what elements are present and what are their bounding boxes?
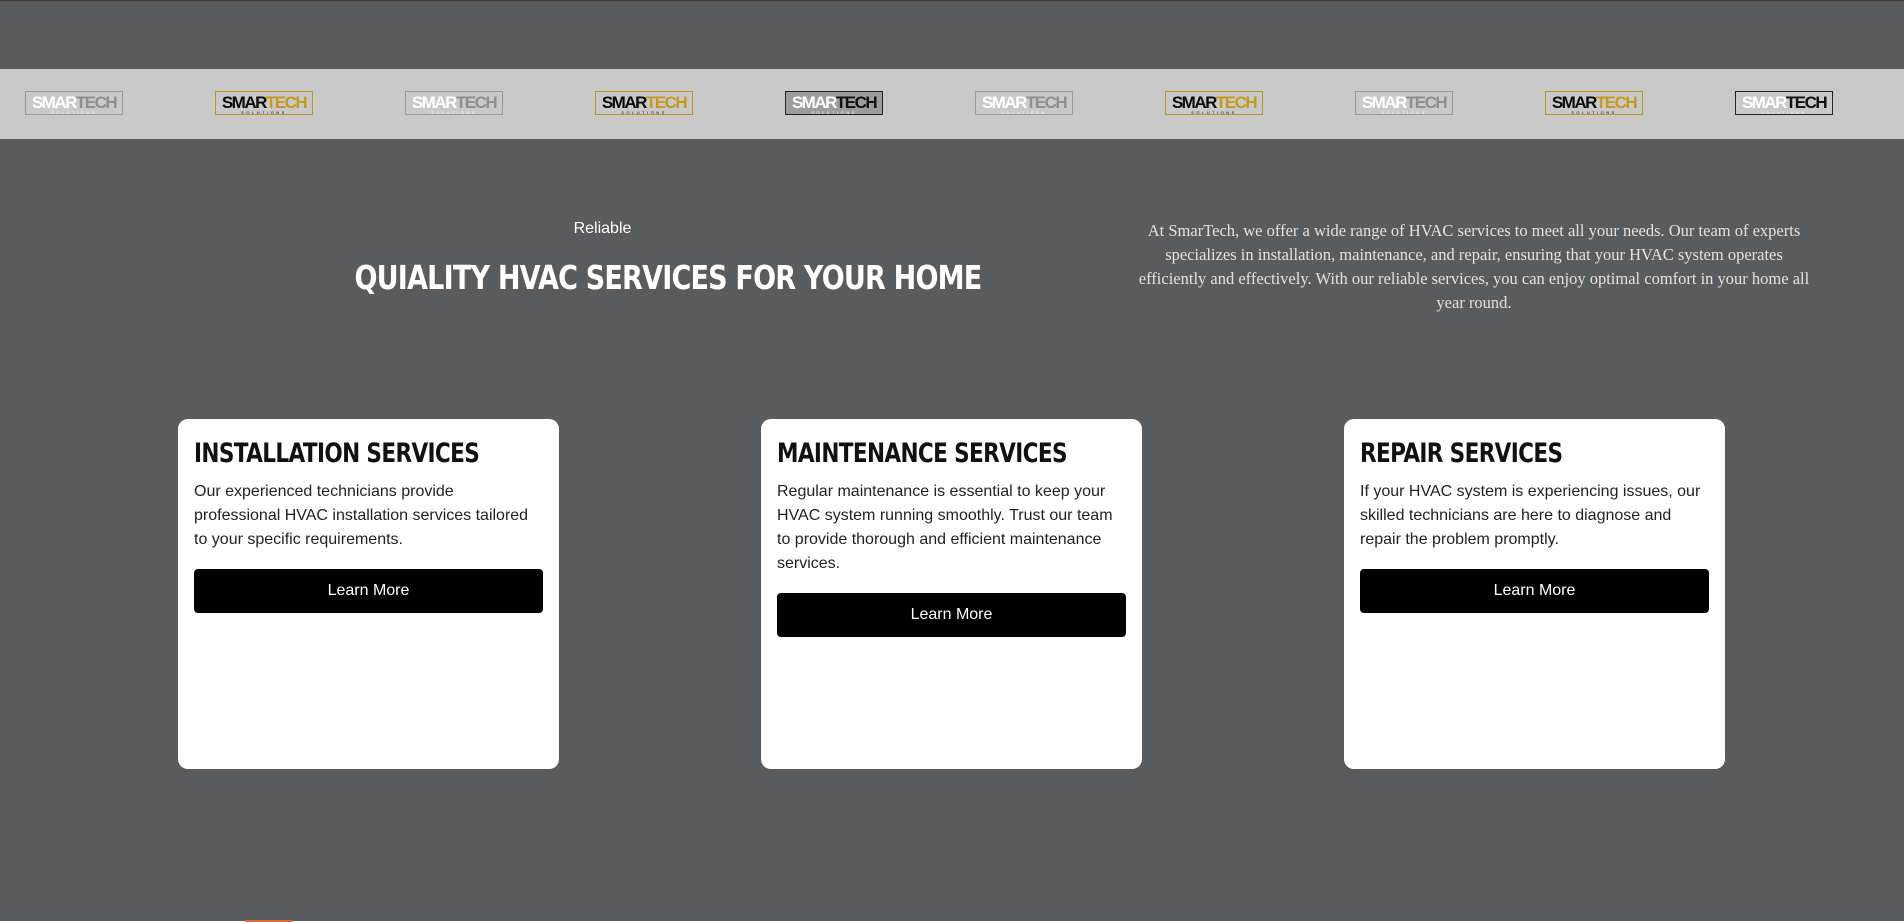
smartech-logo: SMARTECH SOLUTIONS [1545, 91, 1643, 115]
logo-subtext: SOLUTIONS [811, 109, 857, 115]
logo-text-smar: SMAR [1741, 92, 1788, 112]
logo-text-tech: TECH [75, 92, 118, 112]
logo-subtext: SOLUTIONS [1001, 109, 1047, 115]
card-description: Regular maintenance is essential to keep… [777, 483, 1113, 572]
logo-text-smar: SMAR [791, 92, 838, 112]
smartech-logo: SMARTECH SOLUTIONS [785, 91, 883, 115]
logo-text-tech: TECH [835, 92, 878, 112]
logo-text-smar: SMAR [601, 92, 648, 112]
logo-text-tech: TECH [1785, 92, 1828, 112]
smartech-logo: SMARTECH SOLUTIONS [215, 91, 313, 115]
logo-text-smar: SMAR [411, 92, 458, 112]
learn-more-button[interactable]: Learn More [1360, 569, 1709, 613]
smartech-logo: SMARTECH SOLUTIONS [405, 91, 503, 115]
section-eyebrow: Reliable [573, 220, 632, 237]
logo-subtext: SOLUTIONS [1571, 109, 1617, 115]
logo-text-tech: TECH [265, 92, 308, 112]
logo-text-smar: SMAR [1361, 92, 1408, 112]
logo-text-tech: TECH [455, 92, 498, 112]
smartech-logo: SMARTECH SOLUTIONS [1355, 91, 1453, 115]
logo-subtext: SOLUTIONS [431, 109, 477, 115]
logo-subtext: SOLUTIONS [51, 109, 97, 115]
logo-text-smar: SMAR [1171, 92, 1218, 112]
logo-text-tech: TECH [1595, 92, 1638, 112]
smartech-logo: SMARTECH SOLUTIONS [1735, 91, 1833, 115]
smartech-logo: SMARTECH SOLUTIONS [975, 91, 1073, 115]
service-card-installation: INSTALLATION SERVICES Our experienced te… [178, 419, 559, 769]
logo-text-tech: TECH [1025, 92, 1068, 112]
logo-text-smar: SMAR [1551, 92, 1598, 112]
section-headline: QUIALITY HVAC SERVICES FOR YOUR HOME [354, 258, 982, 297]
card-title: INSTALLATION SERVICES [194, 438, 480, 469]
logo-subtext: SOLUTIONS [1761, 109, 1807, 115]
logo-subtext: SOLUTIONS [1191, 109, 1237, 115]
logo-text-tech: TECH [645, 92, 688, 112]
logo-text-smar: SMAR [981, 92, 1028, 112]
smartech-logo: SMARTECH SOLUTIONS [1165, 91, 1263, 115]
top-divider [0, 0, 1904, 1]
section-intro-text: At SmarTech, we offer a wide range of HV… [1138, 221, 1810, 312]
card-title: MAINTENANCE SERVICES [777, 438, 1068, 469]
logo-text-tech: TECH [1405, 92, 1448, 112]
logo-text-smar: SMAR [221, 92, 268, 112]
logo-text-smar: SMAR [31, 92, 78, 112]
card-title: REPAIR SERVICES [1360, 438, 1563, 469]
service-card-maintenance: MAINTENANCE SERVICES Regular maintenance… [761, 419, 1142, 769]
smartech-logo: SMARTECH SOLUTIONS [595, 91, 693, 115]
learn-more-button[interactable]: Learn More [194, 569, 543, 613]
logo-subtext: SOLUTIONS [621, 109, 667, 115]
logo-subtext: SOLUTIONS [241, 109, 287, 115]
card-description: Our experienced technicians provide prof… [194, 483, 529, 548]
logo-text-tech: TECH [1215, 92, 1258, 112]
learn-more-button[interactable]: Learn More [777, 593, 1126, 637]
smartech-logo: SMARTECH SOLUTIONS [25, 91, 123, 115]
logo-subtext: SOLUTIONS [1381, 109, 1427, 115]
card-description: If your HVAC system is experiencing issu… [1360, 483, 1701, 548]
service-card-repair: REPAIR SERVICES If your HVAC system is e… [1344, 419, 1725, 769]
client-logo-strip: SMARTECH SOLUTIONS SMARTECH SOLUTIONS SM… [0, 69, 1904, 139]
